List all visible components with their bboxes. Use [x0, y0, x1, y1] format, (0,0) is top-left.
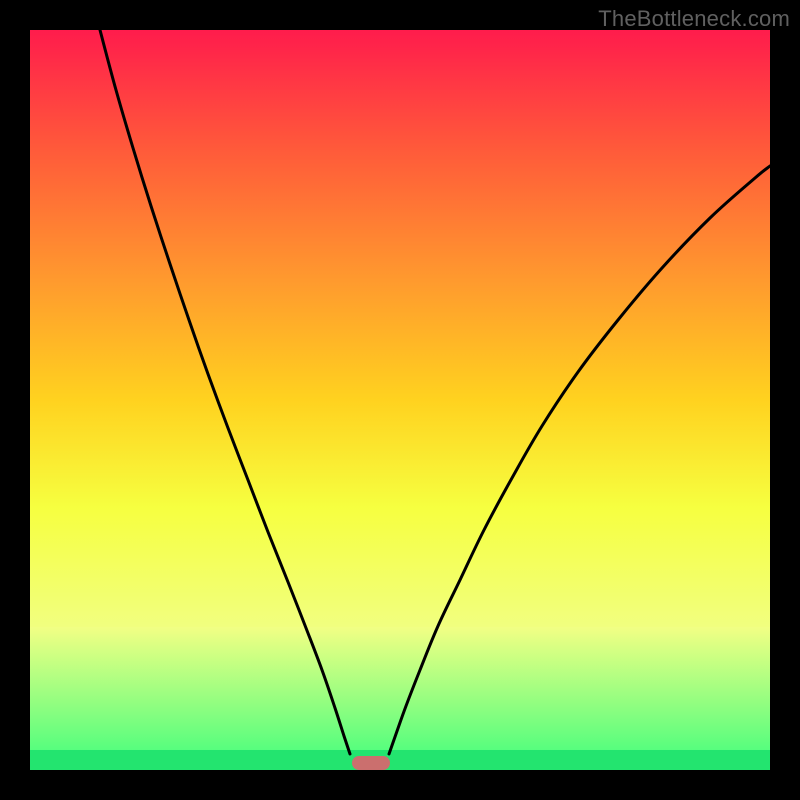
valley-marker	[352, 756, 390, 770]
chart-outer: TheBottleneck.com	[0, 0, 800, 800]
watermark-text: TheBottleneck.com	[598, 6, 790, 32]
plot-area	[30, 30, 770, 770]
green-band	[30, 750, 770, 770]
soft-band	[30, 627, 770, 750]
gradient-bg	[30, 30, 770, 627]
chart-svg	[30, 30, 770, 770]
